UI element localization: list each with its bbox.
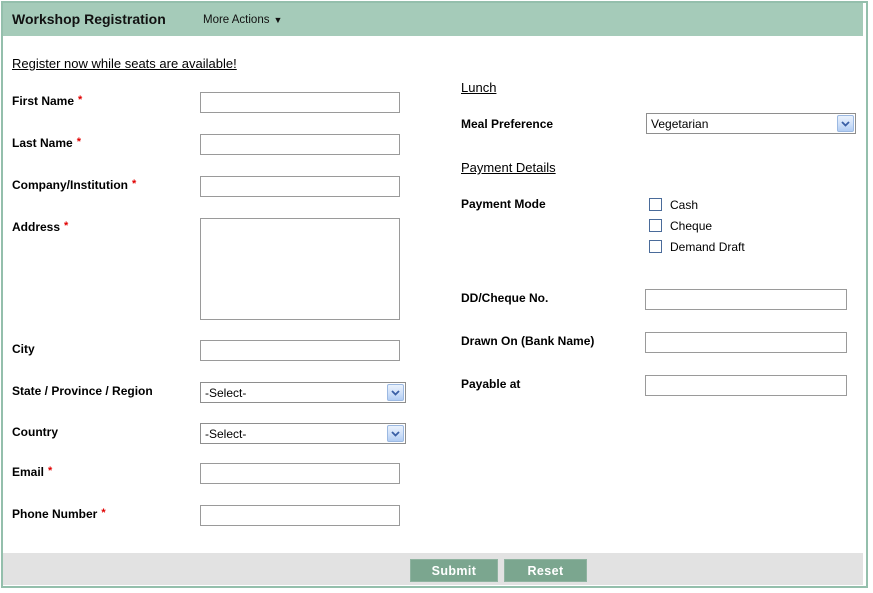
required-asterisk: * — [101, 507, 106, 519]
payment-mode-option-cheque[interactable]: Cheque — [649, 218, 712, 233]
first-name-input[interactable] — [200, 92, 400, 113]
payable-at-label: Payable at — [461, 377, 521, 391]
city-label: City — [12, 342, 35, 356]
country-label: Country — [12, 425, 58, 439]
checkbox-label: Cash — [670, 197, 699, 212]
address-textarea[interactable] — [200, 218, 400, 320]
selected-value: -Select- — [205, 427, 247, 441]
selected-value: -Select- — [205, 386, 247, 400]
drawn-on-bank-name-input[interactable] — [645, 332, 847, 353]
chevron-down-icon: ▼ — [273, 15, 283, 25]
selected-value: Vegetarian — [651, 117, 709, 131]
more-actions-button[interactable]: More Actions ▼ — [203, 14, 282, 26]
submit-button[interactable]: Submit — [410, 559, 498, 582]
payment-details-section-title: Payment Details — [461, 160, 556, 175]
last-name-input[interactable] — [200, 134, 400, 155]
checkbox-label: Cheque — [670, 218, 713, 233]
country-select[interactable]: -Select- — [200, 423, 406, 444]
drawn-on-bank-name-label: Drawn On (Bank Name) — [461, 334, 595, 348]
meal-preference-select[interactable]: Vegetarian — [646, 113, 856, 134]
checkbox-cheque[interactable] — [649, 219, 662, 232]
payment-mode-label: Payment Mode — [461, 197, 546, 211]
company-institution-input[interactable] — [200, 176, 400, 197]
first-name-label: First Name * — [12, 94, 83, 108]
dd-cheque-no-label: DD/Cheque No. — [461, 291, 549, 305]
meal-preference-label: Meal Preference — [461, 117, 554, 131]
required-asterisk: * — [78, 94, 83, 106]
dropdown-arrow-icon — [837, 115, 854, 132]
dropdown-arrow-icon — [387, 425, 404, 442]
required-asterisk: * — [64, 220, 69, 232]
workshop-registration-form: Workshop Registration More Actions ▼ Regi… — [1, 1, 868, 588]
last-name-label: Last Name * — [12, 136, 81, 150]
city-input[interactable] — [200, 340, 400, 361]
required-asterisk: * — [48, 465, 53, 477]
intro-note: Register now while seats are available! — [12, 56, 237, 71]
dropdown-arrow-icon — [387, 384, 404, 401]
lunch-section-title: Lunch — [461, 80, 497, 95]
state-province-region-select[interactable]: -Select- — [200, 382, 406, 403]
payment-mode-option-demand-draft[interactable]: Demand Draft — [649, 239, 745, 254]
phone-number-label: Phone Number * — [12, 507, 106, 521]
payable-at-input[interactable] — [645, 375, 847, 396]
footer-bar: Submit Reset — [3, 553, 863, 585]
required-asterisk: * — [132, 178, 137, 190]
header-bar: Workshop Registration More Actions ▼ — [3, 3, 863, 36]
checkbox-cash[interactable] — [649, 198, 662, 211]
required-asterisk: * — [76, 136, 81, 148]
address-label: Address * — [12, 220, 69, 234]
dd-cheque-no-input[interactable] — [645, 289, 847, 310]
email-input[interactable] — [200, 463, 400, 484]
more-actions-label: More Actions — [203, 14, 270, 26]
phone-number-input[interactable] — [200, 505, 400, 526]
company-institution-label: Company/Institution * — [12, 178, 137, 192]
email-label: Email * — [12, 465, 53, 479]
checkbox-label: Demand Draft — [670, 239, 745, 254]
reset-button[interactable]: Reset — [504, 559, 587, 582]
state-province-region-label: State / Province / Region — [12, 384, 153, 398]
payment-mode-option-cash[interactable]: Cash — [649, 197, 698, 212]
checkbox-demand-draft[interactable] — [649, 240, 662, 253]
page-title: Workshop Registration — [12, 11, 166, 27]
